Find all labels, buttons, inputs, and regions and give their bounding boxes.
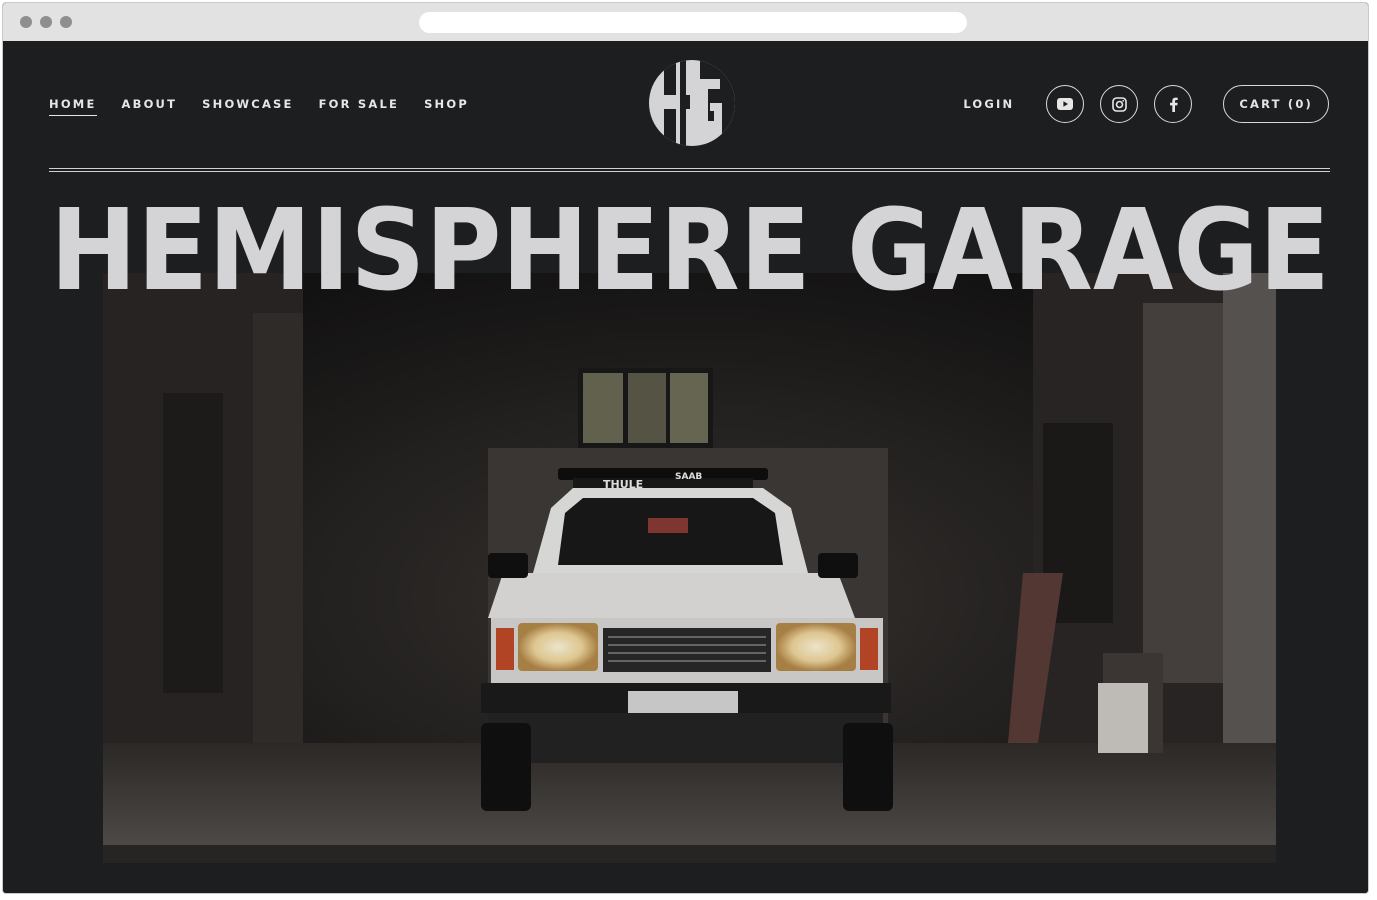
hero-title-svg: HEMISPHERE GARAGE: [50, 191, 1330, 301]
window-minimize-dot[interactable]: [40, 16, 52, 28]
header-actions: LOGIN CART (0): [963, 85, 1329, 123]
garage-car-image: THULE SAAB: [103, 273, 1276, 863]
facebook-icon: [1169, 97, 1178, 112]
nav-showcase[interactable]: SHOWCASE: [202, 97, 293, 116]
youtube-icon: [1057, 98, 1074, 110]
hero-title: HEMISPHERE GARAGE: [50, 191, 1330, 301]
page: HOME ABOUT SHOWCASE FOR SALE SHOP LOGIN …: [3, 41, 1368, 893]
browser-chrome: [3, 3, 1368, 42]
nav-shop[interactable]: SHOP: [424, 97, 469, 116]
browser-window: HOME ABOUT SHOWCASE FOR SALE SHOP LOGIN …: [2, 2, 1369, 894]
header-divider: [49, 168, 1330, 169]
nav-about[interactable]: ABOUT: [122, 97, 178, 116]
nav-for-sale[interactable]: FOR SALE: [319, 97, 399, 116]
youtube-button[interactable]: [1046, 85, 1085, 123]
instagram-button[interactable]: [1100, 85, 1139, 123]
nav-home[interactable]: HOME: [49, 97, 97, 116]
site-logo[interactable]: [648, 59, 736, 147]
cart-button[interactable]: CART (0): [1223, 85, 1329, 123]
main-nav: HOME ABOUT SHOWCASE FOR SALE SHOP: [49, 97, 469, 116]
facebook-button[interactable]: [1154, 85, 1193, 123]
window-maximize-dot[interactable]: [60, 16, 72, 28]
address-bar[interactable]: [419, 12, 967, 33]
hg-logo-icon: [649, 60, 735, 146]
hero-photo: THULE SAAB: [103, 273, 1276, 863]
login-link[interactable]: LOGIN: [963, 97, 1014, 111]
window-close-dot[interactable]: [20, 16, 32, 28]
instagram-icon: [1112, 96, 1127, 112]
header-divider-second: [49, 171, 1330, 172]
